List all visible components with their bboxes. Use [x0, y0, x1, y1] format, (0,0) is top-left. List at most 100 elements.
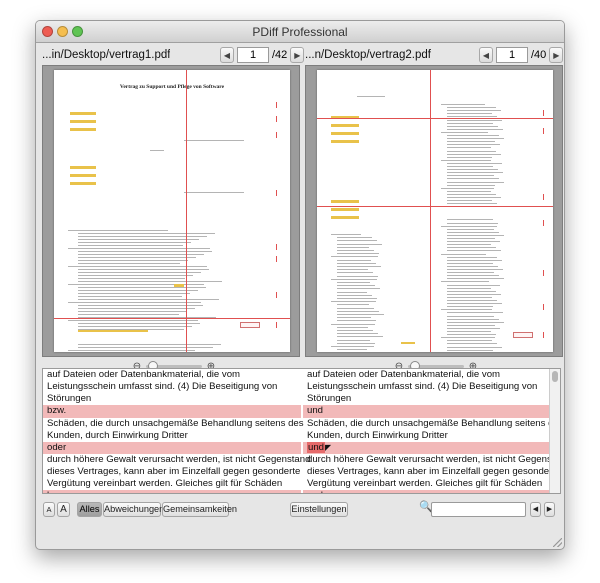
text-line [441, 253, 486, 255]
text-line [447, 259, 502, 261]
text-line [78, 272, 201, 273]
text-line [447, 166, 493, 167]
text-line [447, 287, 491, 289]
text-scrollbar[interactable] [549, 369, 560, 493]
text-line [337, 275, 378, 277]
left-pdf-viewer[interactable]: Vertrag zu Support und Pflege von Softwa… [42, 65, 300, 357]
text-line [447, 241, 500, 243]
text-line [78, 314, 179, 315]
text-line [337, 272, 373, 274]
text-line [447, 238, 495, 239]
text-line [78, 293, 190, 294]
text-line [337, 314, 384, 315]
text-line [337, 333, 378, 335]
search-next-button[interactable]: ▶ [544, 502, 555, 517]
text-line [441, 131, 488, 133]
tab-all[interactable]: Alles [77, 502, 102, 517]
highlight-mark [70, 166, 96, 169]
diff-badge [513, 332, 533, 338]
right-prev-arrow-icon: ◀ [482, 50, 490, 60]
diff-marker-margin [276, 322, 277, 328]
text-line [78, 242, 191, 243]
text-line [447, 303, 502, 305]
text-line [447, 200, 492, 202]
text-line [337, 250, 374, 251]
left-text-line: bzw. [43, 405, 301, 418]
text-compare-pane[interactable]: auf Dateien oder Datenbankmaterial, die … [42, 368, 561, 494]
diff-marker-horizontal [54, 318, 290, 319]
text-line [337, 237, 372, 239]
text-line [337, 310, 379, 312]
highlight-mark [331, 200, 359, 203]
left-page-total: /42 [272, 49, 288, 61]
text-line [447, 193, 496, 195]
text-line [78, 245, 183, 246]
right-text-line: und [303, 405, 551, 418]
text-line [337, 336, 383, 338]
highlight-mark [331, 140, 359, 143]
left-text-line: auf Dateien oder Datenbankmaterial, die … [47, 369, 241, 380]
text-line [447, 318, 499, 320]
right-page-input[interactable]: 1 [496, 47, 528, 63]
left-doc-title: Vertrag zu Support und Pflege von Softwa… [119, 84, 225, 90]
left-text-line: durch höhere Gewalt verursacht werden, i… [47, 453, 311, 465]
highlight-mark [70, 128, 96, 131]
text-line [447, 284, 500, 286]
text-line [337, 307, 374, 309]
text-line [337, 240, 377, 242]
text-line [447, 107, 496, 109]
text-line [337, 304, 369, 306]
text-line [447, 128, 503, 130]
text-line [78, 290, 198, 291]
text-line [184, 140, 244, 141]
left-next-page-button[interactable]: ▶ [290, 47, 305, 63]
text-line [447, 315, 494, 317]
text-line [78, 347, 213, 348]
left-pdf-page: Vertrag zu Support und Pflege von Softwa… [54, 70, 290, 352]
text-line [78, 269, 209, 270]
right-next-page-button[interactable]: ▶ [549, 47, 564, 63]
text-line [447, 203, 497, 205]
text-line [447, 222, 498, 224]
tab-differences[interactable]: Abweichungen [103, 502, 164, 517]
highlight-mark [331, 132, 359, 135]
right-filename: ...n/Desktop/vertrag2.pdf [305, 49, 431, 61]
left-text-line: oder [43, 441, 301, 454]
text-line [78, 263, 180, 264]
text-line [78, 305, 203, 306]
text-line [337, 259, 371, 261]
settings-button[interactable]: Einstellungen [290, 502, 348, 517]
diff-marker-margin [543, 110, 544, 116]
current-diff-word[interactable]: und [307, 442, 326, 454]
left-prev-page-button[interactable]: ◀ [220, 47, 234, 63]
left-page-input[interactable]: 1 [237, 47, 269, 63]
font-smaller-button[interactable]: A [43, 502, 55, 517]
right-text-line: dieses Vertrages, kann aber im Einzelfal… [307, 466, 561, 478]
search-prev-button[interactable]: ◀ [530, 502, 541, 517]
text-line [447, 178, 499, 180]
text-line [78, 251, 212, 252]
diff-marker-margin [276, 102, 277, 108]
text-line [447, 293, 501, 295]
right-pdf-viewer[interactable] [305, 65, 563, 357]
app-window: PDiff Professional ...in/Desktop/vertrag… [35, 20, 565, 550]
text-line [68, 320, 198, 321]
highlight-mark [70, 112, 96, 115]
text-line [447, 138, 504, 140]
text-line [447, 262, 493, 264]
highlight-mark [78, 330, 148, 332]
highlight-mark [331, 124, 359, 127]
text-line [68, 350, 195, 351]
tab-common[interactable]: Gemeinsamkeiten [162, 502, 237, 517]
highlight-mark [70, 174, 96, 177]
right-pdf-page [317, 70, 553, 352]
text-line [447, 334, 496, 336]
right-prev-page-button[interactable]: ◀ [479, 47, 493, 63]
resize-grip-icon[interactable] [553, 538, 562, 547]
font-larger-button[interactable]: A [57, 502, 70, 517]
search-input[interactable] [431, 502, 526, 517]
text-scroll-thumb[interactable] [552, 371, 558, 382]
text-line [447, 296, 492, 298]
diff-marker-margin [276, 244, 277, 250]
text-line [447, 290, 496, 292]
